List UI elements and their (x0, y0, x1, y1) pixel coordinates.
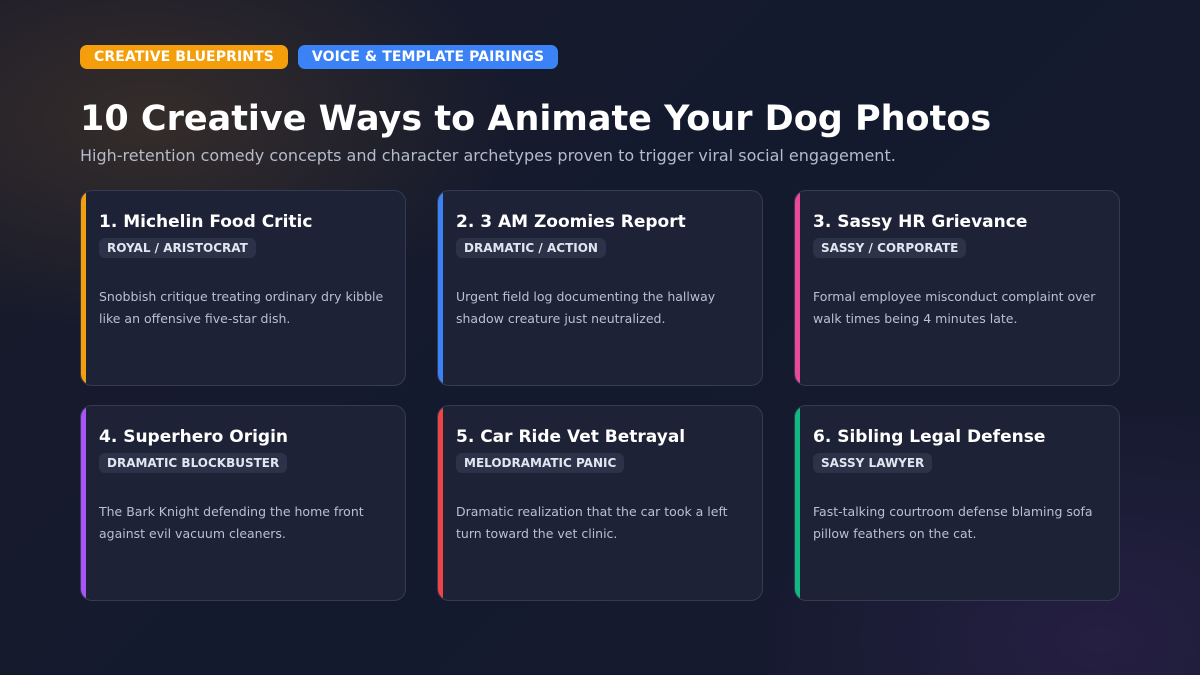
card-description: The Bark Knight defending the home front… (99, 504, 364, 541)
card-description: Urgent field log documenting the hallway… (456, 289, 716, 326)
idea-card: 2. 3 AM Zoomies Report DRAMATIC / ACTION… (437, 190, 763, 386)
card-description: Dramatic realization that the car took a… (456, 504, 728, 541)
card-accent-bar (438, 191, 443, 385)
tag-creative-blueprints: CREATIVE BLUEPRINTS (80, 45, 288, 69)
slide: CREATIVE BLUEPRINTS VOICE & TEMPLATE PAI… (80, 45, 1120, 601)
idea-card: 4. Superhero Origin DRAMATIC BLOCKBUSTER… (80, 405, 406, 601)
card-badge: SASSY LAWYER (813, 453, 933, 473)
card-description: Fast-talking courtroom defense blaming s… (813, 504, 1093, 541)
card-description: Snobbish critique treating ordinary dry … (99, 289, 384, 326)
idea-card: 6. Sibling Legal Defense SASSY LAWYER Fa… (794, 405, 1120, 601)
card-title: 6. Sibling Legal Defense (813, 427, 1046, 447)
card-accent-bar (795, 406, 800, 600)
tag-voice-template-pairings: VOICE & TEMPLATE PAIRINGS (297, 45, 559, 69)
page-subtitle: High-retention comedy concepts and chara… (80, 146, 896, 165)
card-title: 3. Sassy HR Grievance (813, 212, 1028, 232)
card-badge: ROYAL / ARISTOCRAT (99, 238, 256, 258)
idea-card: 3. Sassy HR Grievance SASSY / CORPORATE … (794, 190, 1120, 386)
card-accent-bar (81, 191, 86, 385)
card-badge: SASSY / CORPORATE (813, 238, 967, 258)
card-title: 2. 3 AM Zoomies Report (456, 212, 686, 232)
card-title: 5. Car Ride Vet Betrayal (456, 427, 686, 447)
card-badge: DRAMATIC / ACTION (456, 238, 606, 258)
idea-card: 5. Car Ride Vet Betrayal MELODRAMATIC PA… (437, 405, 763, 601)
card-title: 1. Michelin Food Critic (99, 212, 313, 232)
tag-row: CREATIVE BLUEPRINTS VOICE & TEMPLATE PAI… (80, 45, 1120, 69)
card-badge: MELODRAMATIC PANIC (456, 453, 625, 473)
card-description: Formal employee misconduct complaint ove… (813, 289, 1096, 326)
idea-card: 1. Michelin Food Critic ROYAL / ARISTOCR… (80, 190, 406, 386)
card-accent-bar (795, 191, 800, 385)
ideas-grid: 1. Michelin Food Critic ROYAL / ARISTOCR… (80, 190, 1120, 601)
card-badge: DRAMATIC BLOCKBUSTER (99, 453, 288, 473)
card-title: 4. Superhero Origin (99, 427, 289, 447)
card-accent-bar (81, 406, 86, 600)
page-title: 10 Creative Ways to Animate Your Dog Pho… (80, 99, 992, 139)
card-accent-bar (438, 406, 443, 600)
